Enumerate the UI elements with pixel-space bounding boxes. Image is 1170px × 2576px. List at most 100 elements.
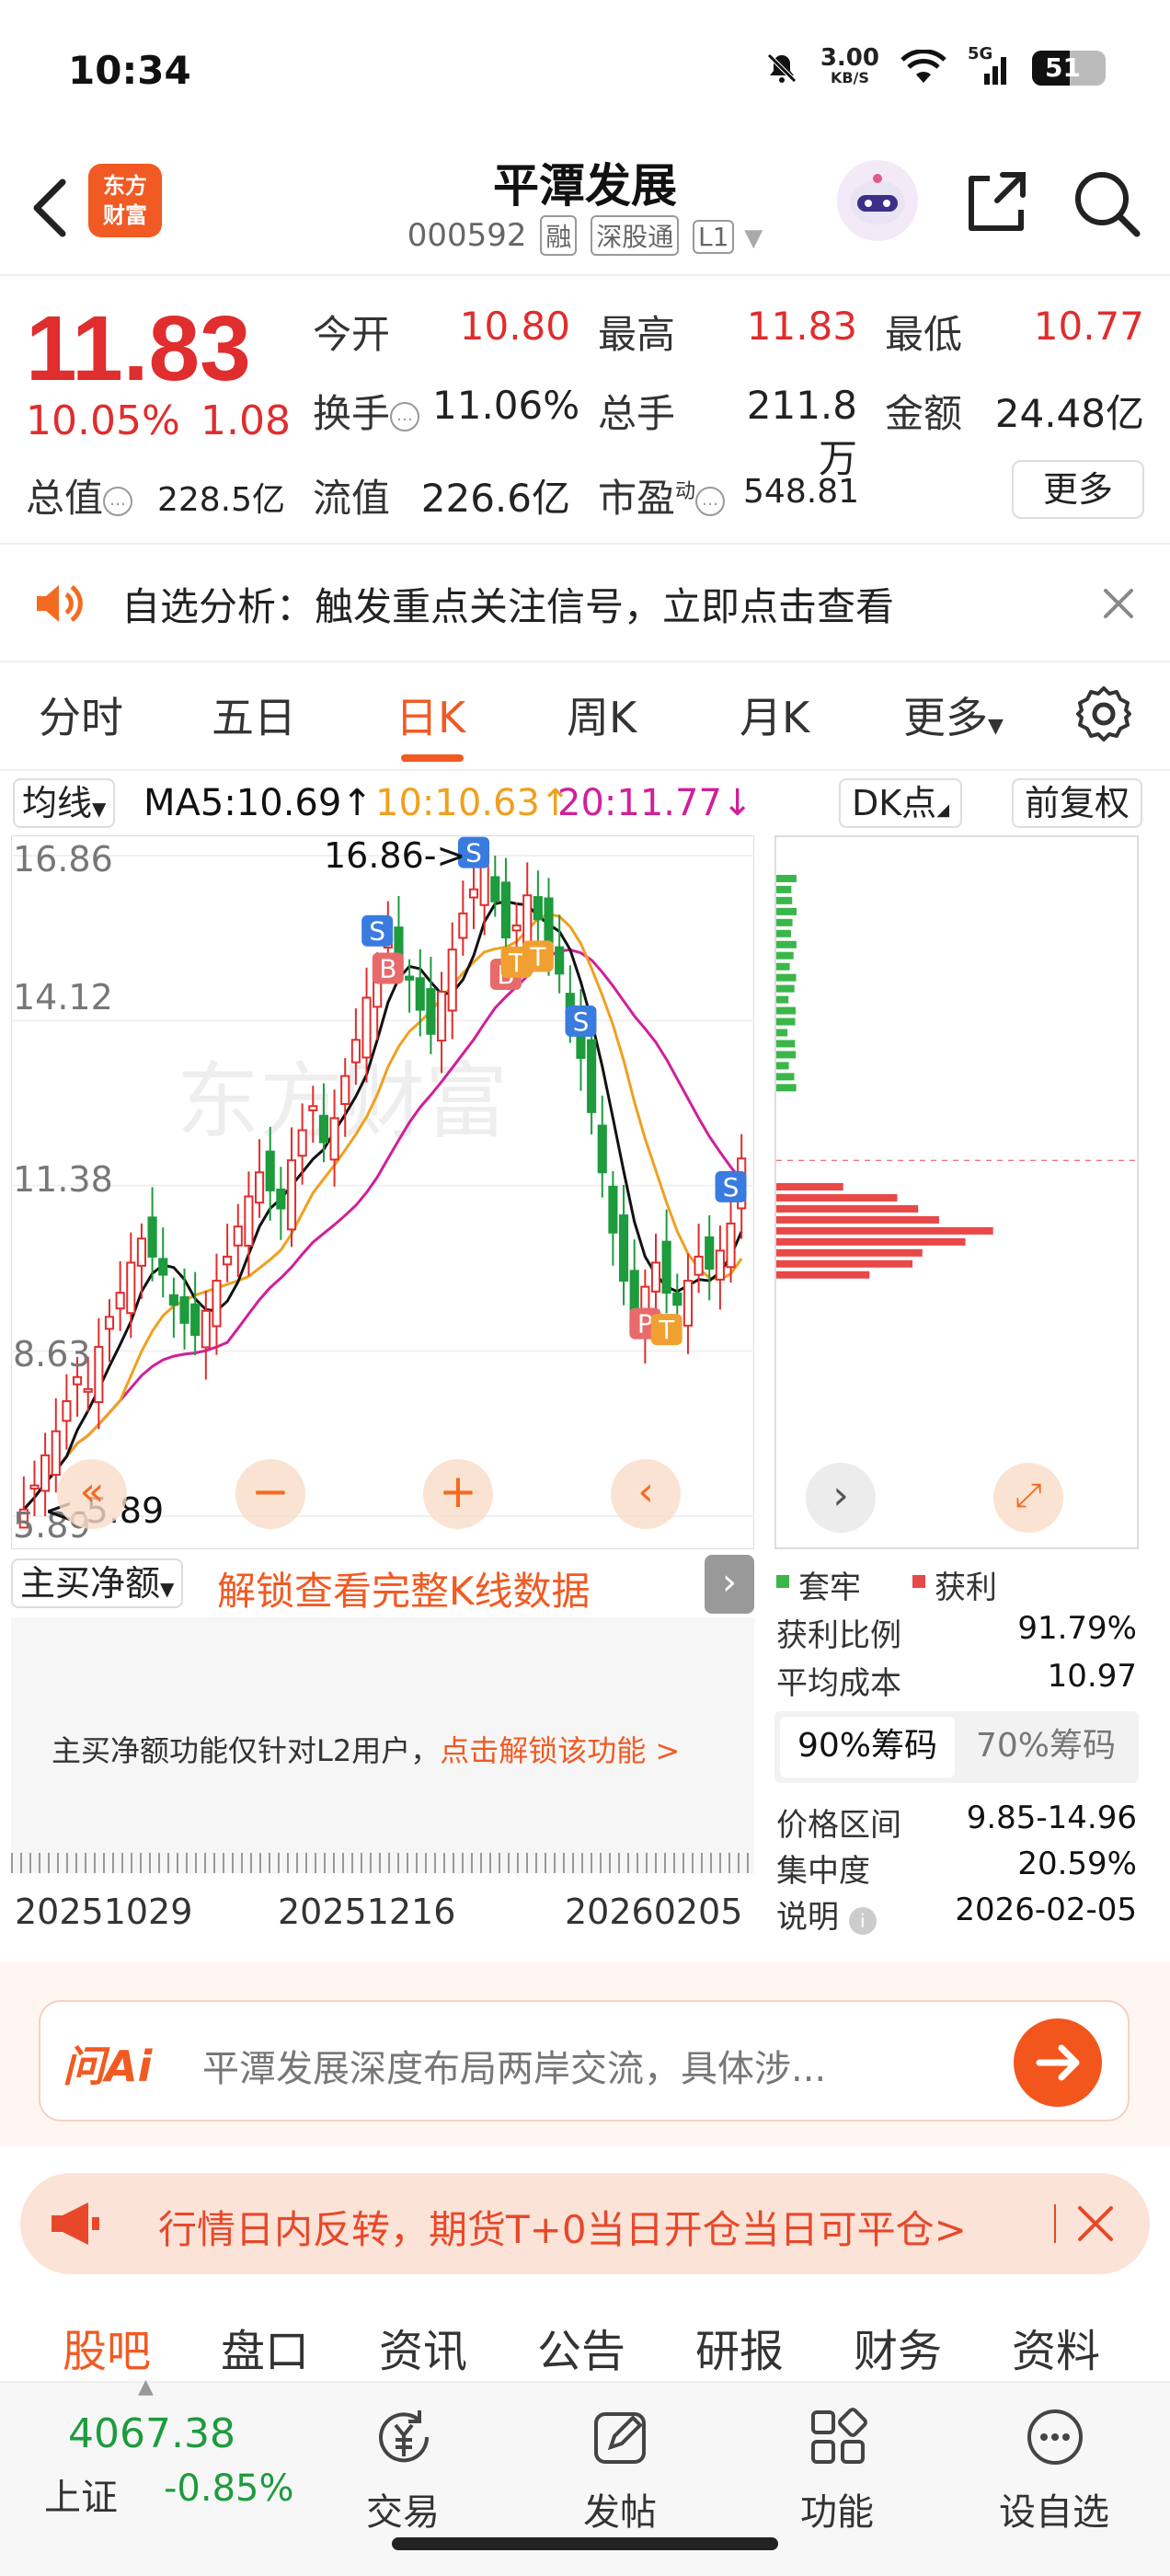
step-left-button[interactable]: ‹: [611, 1459, 681, 1529]
quote-panel: 11.83 10.05% 1.08 今开 10.80 最高 11.83 最低 1…: [0, 276, 1170, 545]
tab-chip-90[interactable]: 90%筹码: [780, 1717, 955, 1777]
index-ticker[interactable]: ▲ 4067.38 上证 -0.85%: [37, 2375, 313, 2530]
candle-body: [608, 1185, 618, 1234]
chip-bar: [776, 951, 794, 960]
signal-badge-label: P: [637, 1309, 653, 1340]
chip-bar: [776, 1073, 795, 1081]
chip-bar: [776, 1084, 797, 1092]
high-label: 最高: [598, 312, 676, 357]
trade-icon: [379, 2410, 430, 2463]
tab-notice[interactable]: 公告: [537, 2315, 625, 2379]
expand-icon[interactable]: ⤢: [993, 1463, 1063, 1533]
chip-row-label: 说明 i: [776, 1892, 877, 1937]
status-icons: 3.00 KB/S 5G 51: [763, 44, 1106, 88]
turnover-label[interactable]: 换手…: [313, 383, 420, 439]
candle-body: [233, 1225, 243, 1247]
amount-label: 金额: [885, 391, 963, 436]
chip-row-concentration: 集中度 20.59%: [774, 1846, 1139, 1890]
turnover-value: 11.06%: [432, 383, 580, 428]
search-icon[interactable]: [1067, 164, 1144, 241]
legend-trapped-swatch: [776, 1575, 789, 1588]
candle-body: [394, 926, 404, 957]
tab-monthly-k[interactable]: 月K: [740, 684, 809, 745]
tab-weekly-k[interactable]: 周K: [567, 684, 637, 745]
indicator-notice[interactable]: 主买净额功能仅针对L2用户，点击解锁该功能 >: [52, 1728, 680, 1770]
tab-more[interactable]: 更多▼: [903, 684, 1004, 745]
signal-badge-label: T: [529, 941, 546, 972]
chip-row-value: 9.85-14.96: [966, 1800, 1137, 1836]
promo-banner[interactable]: 行情日内反转，期货T+0当日开仓当日可平仓>: [20, 2173, 1150, 2274]
ma20-value: 20:11.77↓: [557, 782, 753, 824]
net-speed-value: 3.00: [820, 44, 879, 72]
adjust-button[interactable]: 前复权: [1012, 778, 1143, 828]
scroll-left-button[interactable]: «: [57, 1459, 127, 1529]
index-name: 上证: [44, 2477, 118, 2519]
tab-profile[interactable]: 资料: [1012, 2315, 1100, 2379]
alert-banner[interactable]: 自选分析：触发重点关注信号，立即点击查看: [0, 545, 1170, 662]
tab-five-day[interactable]: 五日: [212, 684, 296, 745]
chip-bar: [776, 907, 797, 915]
volume-label: 总手: [598, 391, 676, 436]
candle-body: [458, 912, 468, 939]
chip-row-note[interactable]: 说明 i 2026-02-05: [774, 1892, 1139, 1937]
candle-body: [72, 1375, 83, 1386]
chip-stats: 套牢 获利 获利比例 91.79% 平均成本 10.97 90%筹码 70%筹码 价…: [774, 1551, 1142, 1956]
step-right-button[interactable]: ›: [806, 1463, 876, 1533]
status-time: 10:34: [68, 48, 191, 93]
tab-chip-70[interactable]: 70%筹码: [958, 1717, 1133, 1777]
share-icon[interactable]: [957, 164, 1034, 241]
candle-body: [726, 1222, 736, 1269]
ma-selector[interactable]: 均线▼: [13, 778, 116, 828]
chip-distribution-panel[interactable]: › ⤢: [774, 835, 1139, 1549]
candle-body: [115, 1292, 125, 1310]
tab-guba[interactable]: 股吧: [63, 2315, 151, 2379]
open-label: 今开: [313, 312, 391, 357]
close-icon[interactable]: [1100, 585, 1137, 622]
battery-level: 51: [1045, 52, 1081, 83]
candle-body: [276, 1188, 286, 1210]
dk-selector[interactable]: DK点◢: [839, 778, 963, 828]
indicator-selector[interactable]: 主买净额▼: [11, 1558, 184, 1608]
chip-row-label: 集中度: [776, 1853, 870, 1890]
unlock-title[interactable]: 解锁查看完整K线数据: [217, 1560, 591, 1616]
robot-avatar[interactable]: [837, 160, 918, 241]
y-tick-top: 16.86: [13, 839, 113, 880]
chip-bar: [776, 1006, 797, 1015]
kline-chart[interactable]: 东方财富 SBSBTTSPTS 16.86 14.12 11.38 8.63 5…: [10, 834, 755, 1550]
ai-input-box[interactable]: 问Ai 平潭发展深度布局两岸交流，具体涉...: [39, 2000, 1130, 2122]
chip-row-value: 20.59%: [1017, 1846, 1137, 1882]
zoom-in-button[interactable]: +: [423, 1459, 493, 1529]
chip-bar: [776, 1215, 939, 1224]
signal-badge-label: T: [658, 1315, 675, 1345]
pe-label[interactable]: 市盈动…: [598, 467, 726, 523]
close-icon[interactable]: [1074, 2202, 1117, 2245]
candle-body: [597, 1124, 607, 1174]
gear-icon[interactable]: [1072, 683, 1135, 745]
tab-daily-k[interactable]: 日K: [396, 684, 465, 745]
status-bar: 10:34 3.00 KB/S 5G 51: [0, 0, 1170, 138]
ai-send-button[interactable]: [1014, 2018, 1102, 2107]
tab-news[interactable]: 资讯: [379, 2315, 467, 2379]
y-tick-2: 14.12: [13, 977, 113, 1018]
wifi-icon: [900, 50, 946, 83]
date-end: 20260205: [565, 1892, 743, 1932]
zoom-out-button[interactable]: −: [235, 1459, 305, 1529]
tag-connect: 深股通: [591, 215, 680, 256]
chip-bar: [776, 929, 791, 937]
notice-link[interactable]: 点击解锁该功能 >: [440, 1733, 680, 1768]
home-indicator: [392, 2537, 778, 2550]
tab-finance[interactable]: 财务: [854, 2315, 942, 2379]
chip-bar: [776, 995, 789, 1004]
collapse-right-button[interactable]: ›: [705, 1555, 754, 1614]
info-icon: …: [103, 486, 133, 516]
more-button[interactable]: 更多: [1012, 460, 1144, 519]
chip-bar: [776, 1259, 913, 1268]
tag-level: L1: [693, 220, 735, 254]
tab-research[interactable]: 研报: [695, 2315, 784, 2379]
mktcap-label[interactable]: 总值…: [26, 467, 133, 523]
candle-body: [490, 876, 500, 903]
tab-intraday[interactable]: 分时: [39, 684, 123, 745]
tab-pankou[interactable]: 盘口: [221, 2315, 309, 2379]
mktcap-label-text: 总值: [26, 476, 104, 521]
candle-body: [629, 1270, 639, 1312]
